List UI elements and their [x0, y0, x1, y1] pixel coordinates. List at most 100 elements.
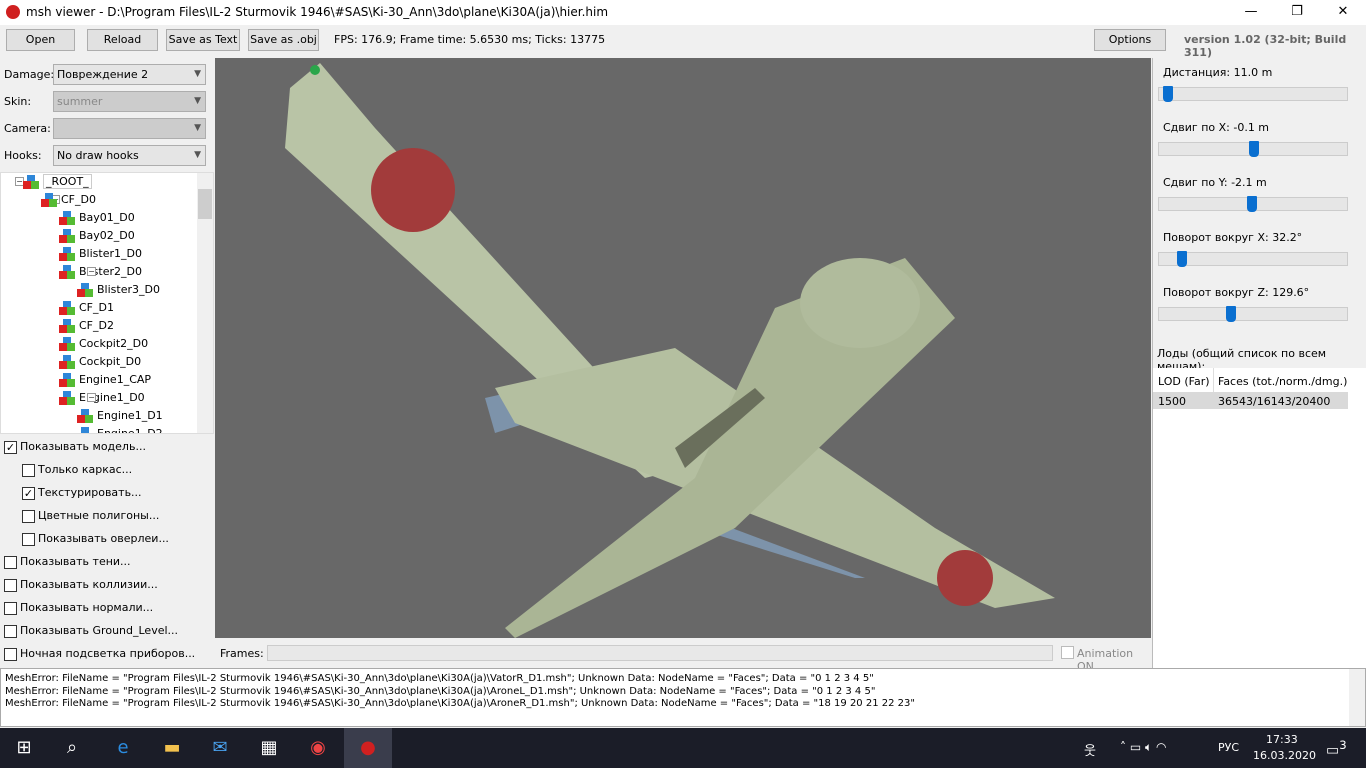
tree-node-label: CF_D1 [79, 301, 114, 314]
mesh-node-icon [59, 319, 75, 333]
checked-icon[interactable]: ✓ [4, 440, 17, 454]
open-button[interactable]: Open [6, 29, 75, 51]
3d-viewport[interactable] [215, 58, 1151, 638]
checked-icon[interactable]: ✓ [22, 486, 35, 500]
tree-node[interactable]: Bay02_D0 [59, 227, 135, 245]
edge-browser-icon[interactable]: e [99, 728, 147, 768]
language-indicator[interactable]: РУС [1218, 741, 1239, 754]
minimize-button[interactable]: — [1228, 0, 1274, 25]
table-row[interactable]: 1500 36543/16143/20400 [1153, 392, 1348, 409]
windows-start-icon[interactable]: ⊞ [0, 728, 48, 768]
tree-node[interactable]: − Blister2_D0 [59, 263, 142, 281]
unchecked-box[interactable] [4, 555, 17, 569]
skin-select[interactable]: summer ▼ [53, 91, 206, 112]
close-button[interactable]: ✕ [1320, 0, 1366, 25]
tree-node[interactable]: Engine1_CAP [59, 371, 151, 389]
option-checkbox[interactable]: Показывать тени... [4, 554, 131, 572]
options-button[interactable]: Options [1094, 29, 1166, 51]
option-checkbox[interactable]: Цветные полигоны... [22, 508, 159, 526]
chrome-icon[interactable]: ◉ [294, 728, 342, 768]
frames-slider[interactable] [267, 645, 1053, 661]
mesh-node-icon [77, 427, 93, 433]
tree-node[interactable]: Cockpit_D0 [59, 353, 141, 371]
slider-thumb[interactable] [1247, 196, 1258, 212]
option-checkbox[interactable]: Показывать нормали... [4, 600, 153, 618]
unchecked-box[interactable] [4, 624, 17, 638]
collapse-toggle[interactable]: − [87, 267, 96, 276]
tree-node[interactable]: CF_D2 [59, 317, 114, 335]
option-checkbox[interactable]: ✓ Текстурировать... [22, 485, 142, 503]
log-scrollbar[interactable] [1349, 669, 1365, 726]
unchecked-box[interactable] [4, 647, 17, 661]
mesh-tree[interactable]: −_ROOT_−CF_D0Bay01_D0Bay02_D0Blister1_D0… [0, 172, 214, 434]
hooks-select[interactable]: No draw hooks ▼ [53, 145, 206, 166]
tree-node[interactable]: Cockpit2_D0 [59, 335, 148, 353]
msh-viewer-taskbar-icon[interactable]: ● [344, 728, 392, 768]
unchecked-box[interactable] [4, 578, 17, 592]
notifications-icon[interactable]: ▭3 [1326, 738, 1347, 759]
notification-count: 3 [1339, 738, 1347, 752]
log-line: MeshError: FileName = "Program Files\IL-… [5, 685, 876, 697]
unchecked-box[interactable] [22, 463, 35, 477]
damage-value: Повреждение 2 [57, 68, 149, 81]
slider-thumb[interactable] [1177, 251, 1187, 267]
option-checkbox[interactable]: Только каркас... [22, 462, 132, 480]
option-checkbox[interactable]: ✓ Показывать модель... [4, 439, 146, 457]
damage-select[interactable]: Повреждение 2 ▼ [53, 64, 206, 85]
search-icon[interactable]: ⌕ [48, 728, 96, 768]
save-as-obj-button[interactable]: Save as .obj [248, 29, 319, 51]
unchecked-box[interactable] [22, 532, 35, 546]
tree-node-label: Blister3_D0 [97, 283, 160, 296]
slider-thumb[interactable] [1225, 306, 1236, 322]
file-explorer-icon[interactable]: ▬ [148, 728, 196, 768]
damage-label: Damage: [4, 68, 55, 81]
tree-node[interactable]: CF_D1 [59, 299, 114, 317]
mesh-node-icon [59, 355, 75, 369]
mesh-node-icon [59, 391, 75, 405]
camera-slider[interactable] [1158, 86, 1348, 102]
tree-node[interactable]: − Engine1_D0 [59, 389, 145, 407]
clock-time[interactable]: 17:33 [1266, 733, 1298, 746]
mesh-node-icon [59, 337, 75, 351]
tree-node[interactable]: Engine1_D2 [77, 425, 163, 433]
tree-node-label: _ROOT_ [43, 174, 92, 189]
slider-thumb[interactable] [1162, 86, 1173, 102]
tree-node[interactable]: Engine1_D1 [77, 407, 163, 425]
camera-slider[interactable] [1158, 141, 1348, 157]
slider-thumb[interactable] [1249, 141, 1259, 157]
camera-slider[interactable] [1158, 306, 1348, 322]
camera-select[interactable]: ▼ [53, 118, 206, 139]
option-checkbox[interactable]: Ночная подсветка приборов... [4, 646, 195, 664]
unchecked-box[interactable] [4, 601, 17, 615]
animation-checkbox[interactable] [1061, 646, 1074, 659]
maximize-button[interactable]: ❐ [1274, 0, 1320, 25]
option-label: Показывать коллизии... [20, 578, 158, 591]
camera-slider[interactable] [1158, 251, 1348, 267]
tree-node[interactable]: Blister3_D0 [77, 281, 160, 299]
scroll-thumb[interactable] [198, 189, 212, 219]
tree-node[interactable]: − _ROOT_ [15, 173, 92, 191]
tree-node-label: CF_D0 [61, 193, 96, 206]
tree-node[interactable]: Bay01_D0 [59, 209, 135, 227]
tray-icons[interactable]: ˄ ▭ 🔈︎ ◠ [1120, 740, 1166, 755]
option-checkbox[interactable]: Показывать оверлеи... [22, 531, 169, 549]
store-icon[interactable]: ▦ [245, 728, 293, 768]
collapse-toggle[interactable]: − [87, 393, 96, 402]
reload-button[interactable]: Reload [87, 29, 158, 51]
clock-date[interactable]: 16.03.2020 [1253, 749, 1316, 762]
option-checkbox[interactable]: Показывать Ground_Level... [4, 623, 178, 641]
tree-node[interactable]: Blister1_D0 [59, 245, 142, 263]
save-as-text-button[interactable]: Save as Text [166, 29, 240, 51]
option-checkbox[interactable]: Показывать коллизии... [4, 577, 158, 595]
lod-faces-cell: 36543/16143/20400 [1218, 395, 1331, 408]
mail-icon[interactable]: ✉ [196, 728, 244, 768]
tree-node-label: CF_D2 [79, 319, 114, 332]
tree-node[interactable]: −CF_D0 [41, 191, 96, 209]
log-output[interactable]: MeshError: FileName = "Program Files\IL-… [0, 668, 1366, 727]
camera-slider[interactable] [1158, 196, 1348, 212]
option-label: Показывать модель... [20, 440, 146, 453]
app-icon [6, 5, 20, 19]
unchecked-box[interactable] [22, 509, 35, 523]
people-icon[interactable]: 웃 [1084, 740, 1096, 759]
tree-scrollbar[interactable] [197, 173, 213, 433]
